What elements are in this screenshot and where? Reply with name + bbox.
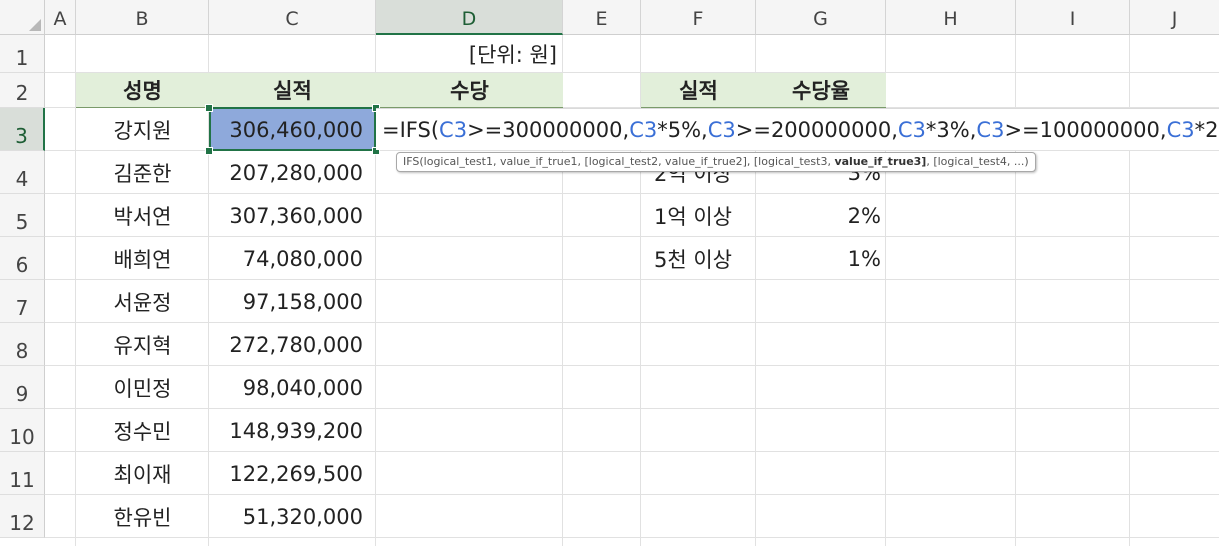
amount-cell[interactable]: 122,269,500	[209, 452, 376, 495]
formula-token: *3%,	[925, 117, 977, 142]
unit-note-cell[interactable]: [단위: 원]	[376, 35, 563, 73]
column-header-b[interactable]: B	[76, 0, 209, 35]
function-syntax-tooltip[interactable]: IFS(logical_test1, value_if_true1, [logi…	[396, 152, 1036, 172]
name-cell[interactable]: 김준한	[76, 151, 209, 194]
row-header-5[interactable]: 5	[0, 194, 45, 237]
in-cell-formula-editor[interactable]: =IFS(C3 >=300000000, C3 *5%, C3 >=200000000, C…	[376, 108, 1219, 150]
rate-table-label[interactable]: 1억 이상	[641, 194, 756, 237]
formula-token: >=100000000,	[1004, 117, 1167, 142]
formula-cell-reference: C3	[629, 117, 658, 142]
column-header-i[interactable]: I	[1016, 0, 1130, 35]
formula-token: *5%,	[657, 117, 708, 142]
amount-cell[interactable]: 98,040,000	[209, 366, 376, 409]
name-cell[interactable]: 이민정	[76, 366, 209, 409]
row-header-8[interactable]: 8	[0, 323, 45, 366]
select-all-triangle-icon	[29, 19, 41, 31]
amount-cell[interactable]: 97,158,000	[209, 280, 376, 323]
row-header-12[interactable]: 12	[0, 495, 45, 538]
tooltip-current-argument: value_if_true3]	[834, 155, 927, 168]
tooltip-text: IFS(logical_test1, value_if_true1, [logi…	[403, 155, 835, 168]
row-header-7[interactable]: 7	[0, 280, 45, 323]
row-header-3[interactable]: 3	[0, 108, 45, 151]
formula-cell-reference: C3	[1166, 117, 1195, 142]
column-header-e[interactable]: E	[563, 0, 641, 35]
tooltip-text: , [logical_test4, ...)	[926, 155, 1029, 168]
rate-table-value[interactable]: 1%	[756, 237, 886, 280]
name-cell[interactable]: 박서연	[76, 194, 209, 237]
column-header-f[interactable]: F	[641, 0, 756, 35]
amount-cell[interactable]: 51,320,000	[209, 495, 376, 538]
rate-table-value[interactable]: 2%	[756, 194, 886, 237]
formula-token: >=300000000,	[467, 117, 630, 142]
name-cell[interactable]: 정수민	[76, 409, 209, 452]
header-performance-cell[interactable]: 실적	[209, 73, 376, 108]
formula-token: *2%	[1194, 117, 1219, 142]
formula-cell-reference: C3	[439, 117, 468, 142]
column-header-d[interactable]: D	[376, 0, 563, 35]
name-cell[interactable]: 서윤정	[76, 280, 209, 323]
column-header-a[interactable]: A	[45, 0, 76, 35]
row-header-11[interactable]: 11	[0, 452, 45, 495]
column-header-c[interactable]: C	[209, 0, 376, 35]
row-header-9[interactable]: 9	[0, 366, 45, 409]
header-name-cell[interactable]: 성명	[76, 73, 209, 108]
row-header-6[interactable]: 6	[0, 237, 45, 280]
name-cell[interactable]: 배희연	[76, 237, 209, 280]
header-allowance-cell[interactable]: 수당	[376, 73, 563, 108]
amount-cell[interactable]: 272,780,000	[209, 323, 376, 366]
amount-cell[interactable]: 307,360,000	[209, 194, 376, 237]
formula-cell-reference: C3	[976, 117, 1005, 142]
column-header-h[interactable]: H	[886, 0, 1016, 35]
rate-table-header-performance[interactable]: 실적	[641, 73, 756, 108]
amount-cell[interactable]: 148,939,200	[209, 409, 376, 452]
name-cell[interactable]: 유지혁	[76, 323, 209, 366]
name-cell[interactable]: 최이재	[76, 452, 209, 495]
column-header-g[interactable]: G	[756, 0, 886, 35]
amount-cell[interactable]: 74,080,000	[209, 237, 376, 280]
row-header-4[interactable]: 4	[0, 151, 45, 194]
formula-token: =IFS(	[382, 117, 440, 142]
rate-table-header-rate[interactable]: 수당율	[756, 73, 886, 108]
spreadsheet-grid[interactable]: A B C D E F G H I J 1 2 3 4 5 6 7 8 9 10…	[0, 0, 1219, 546]
row-header-2[interactable]: 2	[0, 73, 45, 108]
name-cell[interactable]: 한유빈	[76, 495, 209, 538]
amount-cell[interactable]: 207,280,000	[209, 151, 376, 194]
select-all-corner[interactable]	[0, 0, 45, 35]
row-header-1[interactable]: 1	[0, 35, 45, 73]
formula-cell-reference: C3	[897, 117, 926, 142]
name-cell[interactable]: 강지원	[76, 108, 209, 151]
rate-table-label[interactable]: 5천 이상	[641, 237, 756, 280]
amount-cell[interactable]: 306,460,000	[209, 108, 376, 151]
row-header-10[interactable]: 10	[0, 409, 45, 452]
formula-cell-reference: C3	[707, 117, 736, 142]
column-header-j[interactable]: J	[1130, 0, 1219, 35]
formula-token: >=200000000,	[735, 117, 898, 142]
